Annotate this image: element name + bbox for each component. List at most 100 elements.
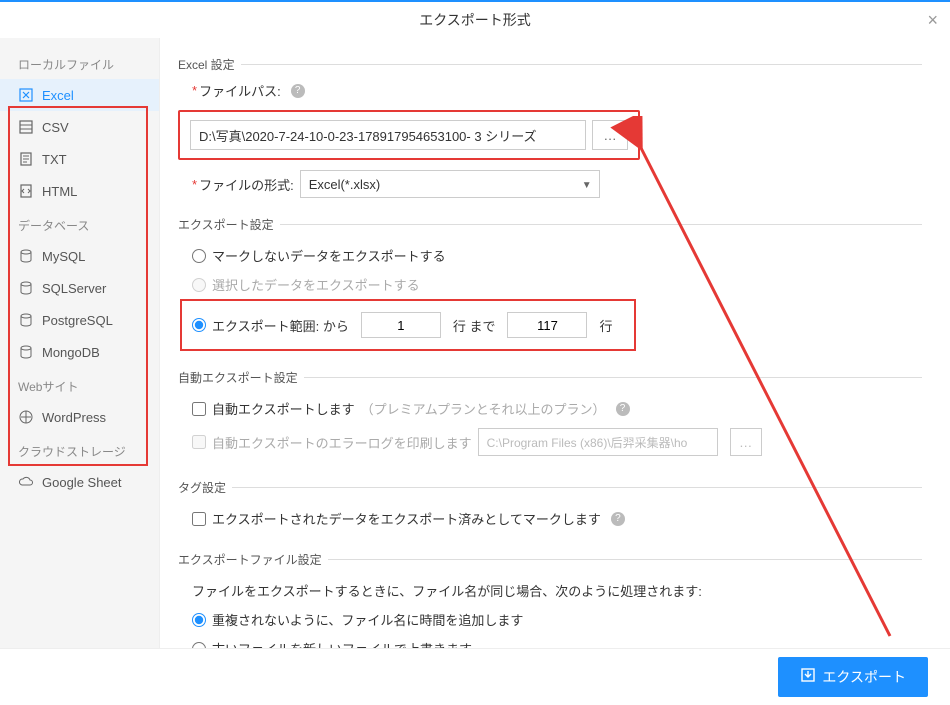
radio-label: 重複されないように、ファイル名に時間を追加します	[212, 610, 523, 629]
check-mark-exported-input[interactable]	[192, 512, 206, 526]
check-errlog[interactable]: 自動エクスポートのエラーログを印刷します …	[178, 423, 922, 461]
sidebar-item-csv[interactable]: CSV	[0, 111, 159, 143]
radio-range[interactable]: エクスポート範囲: から 行 まで 行	[192, 307, 624, 343]
range-highlight-box: エクスポート範囲: から 行 まで 行	[180, 299, 636, 351]
radio-unmarked-input[interactable]	[192, 249, 206, 263]
radio-selected[interactable]: 選択したデータをエクスポートする	[178, 270, 922, 299]
check-auto-export-input[interactable]	[192, 402, 206, 416]
database-icon	[18, 344, 34, 360]
range-prefix: エクスポート範囲: から	[212, 316, 349, 335]
sidebar-group-cloud: クラウドストレージ	[0, 433, 159, 466]
sidebar-item-googlesheet[interactable]: Google Sheet	[0, 466, 159, 498]
html-icon	[18, 183, 34, 199]
close-icon[interactable]: ×	[927, 10, 938, 31]
file-path-input[interactable]	[190, 120, 586, 150]
content-panel: Excel 設定 * ファイルパス: ? … * ファイルの形式: Excel(…	[160, 38, 950, 648]
range-from-input[interactable]	[361, 312, 441, 338]
radio-timestamp[interactable]: 重複されないように、ファイル名に時間を追加します	[178, 605, 922, 634]
sidebar-item-label: MongoDB	[42, 345, 100, 360]
sidebar-item-mongodb[interactable]: MongoDB	[0, 336, 159, 368]
database-icon	[18, 312, 34, 328]
file-format-select[interactable]: Excel(*.xlsx)	[300, 170, 600, 198]
section-title-export: エクスポート設定	[178, 216, 274, 233]
info-icon[interactable]: ?	[611, 512, 625, 526]
sidebar-group-web: Webサイト	[0, 368, 159, 401]
export-section: エクスポート設定 マークしないデータをエクスポートする 選択したデータをエクスポ…	[178, 216, 922, 351]
errlog-path-input	[478, 428, 718, 456]
radio-overwrite-input[interactable]	[192, 642, 206, 649]
section-title-tag: タグ設定	[178, 479, 226, 496]
export-button-label: エクスポート	[822, 667, 906, 687]
tag-section: タグ設定 エクスポートされたデータをエクスポート済みとしてマークします ?	[178, 479, 922, 533]
cloud-icon	[18, 474, 34, 490]
sidebar-item-postgresql[interactable]: PostgreSQL	[0, 304, 159, 336]
required-mark: *	[192, 83, 197, 98]
export-button[interactable]: エクスポート	[778, 657, 928, 697]
check-label: エクスポートされたデータをエクスポート済みとしてマークします	[212, 509, 601, 528]
check-auto-export[interactable]: 自動エクスポートします （プレミアムプランとそれ以上のプラン） ?	[178, 394, 922, 423]
range-to-input[interactable]	[507, 312, 587, 338]
wordpress-icon	[18, 409, 34, 425]
sidebar: ローカルファイル Excel CSV TXT HTML データベース MySQL…	[0, 38, 160, 648]
check-errlog-input[interactable]	[192, 435, 206, 449]
radio-range-input[interactable]	[192, 318, 206, 332]
sidebar-item-excel[interactable]: Excel	[0, 79, 159, 111]
main-area: ローカルファイル Excel CSV TXT HTML データベース MySQL…	[0, 38, 950, 648]
section-title-excel: Excel 設定	[178, 56, 235, 73]
browse-button[interactable]: …	[592, 120, 628, 150]
dialog-title: エクスポート形式	[419, 10, 531, 30]
sidebar-item-html[interactable]: HTML	[0, 175, 159, 207]
row-end-label: 行	[599, 316, 612, 335]
database-icon	[18, 280, 34, 296]
check-mark-exported[interactable]: エクスポートされたデータをエクスポート済みとしてマークします ?	[178, 504, 922, 533]
sidebar-group-local: ローカルファイル	[0, 46, 159, 79]
radio-label: 古いファイルを新しいファイルで上書きます	[212, 639, 472, 648]
radio-timestamp-input[interactable]	[192, 613, 206, 627]
auto-section: 自動エクスポート設定 自動エクスポートします （プレミアムプランとそれ以上のプラ…	[178, 369, 922, 461]
radio-label: 選択したデータをエクスポートする	[212, 275, 420, 294]
radio-label: マークしないデータをエクスポートする	[212, 246, 446, 265]
sidebar-item-label: TXT	[42, 152, 67, 167]
radio-overwrite[interactable]: 古いファイルを新しいファイルで上書きます	[178, 634, 922, 648]
row-mid-label: 行 まで	[453, 316, 496, 335]
sidebar-item-txt[interactable]: TXT	[0, 143, 159, 175]
divider	[280, 224, 922, 225]
txt-icon	[18, 151, 34, 167]
divider	[241, 64, 922, 65]
database-icon	[18, 248, 34, 264]
sidebar-item-label: Excel	[42, 88, 74, 103]
path-highlight-box: …	[178, 110, 640, 160]
sidebar-item-label: Google Sheet	[42, 475, 122, 490]
titlebar: エクスポート形式 ×	[0, 0, 950, 38]
sidebar-item-mysql[interactable]: MySQL	[0, 240, 159, 272]
divider	[304, 377, 922, 378]
format-label: ファイルの形式:	[199, 175, 294, 194]
file-desc: ファイルをエクスポートするときに、ファイル名が同じ場合、次のように処理されます:	[178, 576, 922, 605]
sidebar-item-wordpress[interactable]: WordPress	[0, 401, 159, 433]
info-icon[interactable]: ?	[291, 84, 305, 98]
sidebar-item-label: HTML	[42, 184, 77, 199]
divider	[328, 559, 922, 560]
export-icon	[800, 667, 816, 686]
sidebar-item-label: PostgreSQL	[42, 313, 113, 328]
sidebar-group-db: データベース	[0, 207, 159, 240]
radio-unmarked[interactable]: マークしないデータをエクスポートする	[178, 241, 922, 270]
info-icon[interactable]: ?	[616, 402, 630, 416]
sidebar-item-label: WordPress	[42, 410, 106, 425]
file-section: エクスポートファイル設定 ファイルをエクスポートするときに、ファイル名が同じ場合…	[178, 551, 922, 648]
footer: エクスポート	[0, 648, 950, 704]
sidebar-item-label: CSV	[42, 120, 69, 135]
excel-section: Excel 設定 * ファイルパス: ? … * ファイルの形式: Excel(…	[178, 56, 922, 198]
radio-selected-input[interactable]	[192, 278, 206, 292]
excel-icon	[18, 87, 34, 103]
section-title-file: エクスポートファイル設定	[178, 551, 322, 568]
section-title-auto: 自動エクスポート設定	[178, 369, 298, 386]
premium-hint: （プレミアムプランとそれ以上のプラン）	[361, 399, 606, 418]
check-label: 自動エクスポートします	[212, 399, 355, 418]
sidebar-item-sqlserver[interactable]: SQLServer	[0, 272, 159, 304]
check-label: 自動エクスポートのエラーログを印刷します	[212, 433, 472, 452]
divider	[232, 487, 922, 488]
csv-icon	[18, 119, 34, 135]
path-label: ファイルパス:	[199, 81, 281, 100]
errlog-browse-button: …	[730, 428, 762, 456]
